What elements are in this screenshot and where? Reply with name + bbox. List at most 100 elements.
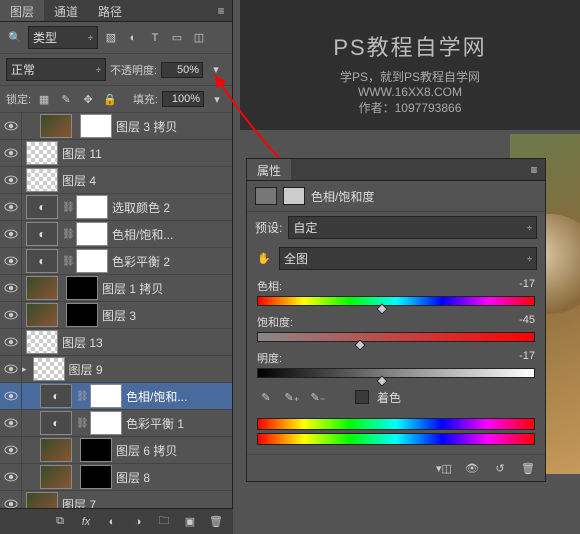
layer-mask-thumbnail[interactable]	[66, 276, 98, 300]
hand-icon[interactable]: ✋	[255, 250, 273, 268]
layer-thumbnail[interactable]	[40, 438, 72, 462]
lock-all-icon[interactable]: 🔒	[101, 90, 119, 108]
layer-name[interactable]: 图层 11	[62, 145, 226, 162]
layer-row[interactable]: 图层 4	[0, 167, 232, 194]
layer-thumbnail[interactable]: ◐	[26, 222, 58, 246]
saturation-slider[interactable]	[257, 332, 535, 342]
layer-thumbnail[interactable]	[26, 141, 58, 165]
blend-mode-select[interactable]: 正常÷	[6, 58, 106, 81]
visibility-eye-icon[interactable]	[0, 275, 22, 302]
layer-row[interactable]: ◐⛓色彩平衡 2	[0, 248, 232, 275]
layer-row[interactable]: ◐⛓色彩平衡 1	[0, 410, 232, 437]
layer-row[interactable]: 图层 3 拷贝	[0, 113, 232, 140]
layer-mask-thumbnail[interactable]	[90, 411, 122, 435]
layer-row[interactable]: 图层 8	[0, 464, 232, 491]
layer-mask-thumbnail[interactable]	[80, 114, 112, 138]
eyedropper-plus-icon[interactable]: ✎₊	[283, 388, 301, 406]
layer-mask-thumbnail[interactable]	[76, 195, 108, 219]
visibility-eye-icon[interactable]	[0, 464, 22, 491]
layer-row[interactable]: 图层 13	[0, 329, 232, 356]
filter-smart-icon[interactable]: ◫	[190, 29, 208, 47]
layer-name[interactable]: 图层 1 拷贝	[102, 280, 226, 297]
eyedropper-icon[interactable]: ✎	[257, 388, 275, 406]
link-layers-icon[interactable]: ⧉	[51, 513, 69, 531]
panel-menu-icon[interactable]: ≡	[210, 0, 232, 21]
reset-icon[interactable]: ↺	[491, 459, 509, 477]
tab-layers[interactable]: 图层	[0, 0, 44, 21]
layer-name[interactable]: 图层 3	[102, 307, 226, 324]
visibility-eye-icon[interactable]	[0, 167, 22, 194]
layer-thumbnail[interactable]	[33, 357, 65, 381]
lightness-slider[interactable]	[257, 368, 535, 378]
hue-value[interactable]: -17	[495, 278, 535, 294]
eyedropper-minus-icon[interactable]: ✎₋	[309, 388, 327, 406]
layer-row[interactable]: ◐⛓选取颜色 2	[0, 194, 232, 221]
fill-chevron-icon[interactable]: ▾	[208, 90, 226, 108]
visibility-eye-icon[interactable]	[0, 356, 22, 383]
visibility-eye-icon[interactable]	[0, 437, 22, 464]
adjustment-type-icon[interactable]	[255, 187, 277, 205]
tab-channels[interactable]: 通道	[44, 0, 88, 21]
filter-kind-select[interactable]: 类型÷	[28, 26, 98, 49]
view-previous-icon[interactable]: 👁	[463, 459, 481, 477]
layer-mask-thumbnail[interactable]	[76, 222, 108, 246]
filter-pixel-icon[interactable]: ▧	[102, 29, 120, 47]
layer-name[interactable]: 图层 9	[69, 361, 226, 378]
filter-adjust-icon[interactable]: ◐	[124, 29, 142, 47]
layer-name[interactable]: 色彩平衡 1	[126, 415, 226, 432]
preset-select[interactable]: 自定÷	[288, 216, 537, 239]
layer-mask-thumbnail[interactable]	[80, 465, 112, 489]
fx-icon[interactable]: fx	[77, 513, 95, 531]
visibility-eye-icon[interactable]	[0, 113, 22, 140]
visibility-eye-icon[interactable]	[0, 194, 22, 221]
layer-row[interactable]: ◐⛓色相/饱和...	[0, 383, 232, 410]
layer-name[interactable]: 色相/饱和...	[112, 226, 226, 243]
layer-row[interactable]: ▸ 图层 9	[0, 356, 232, 383]
visibility-eye-icon[interactable]	[0, 248, 22, 275]
props-tab[interactable]: 属性	[247, 159, 291, 180]
layer-name[interactable]: 图层 3 拷贝	[116, 118, 226, 135]
colorize-checkbox[interactable]	[355, 390, 369, 404]
mask-icon[interactable]: ◐	[103, 513, 121, 531]
visibility-eye-icon[interactable]	[0, 221, 22, 248]
visibility-eye-icon[interactable]	[0, 329, 22, 356]
layer-mask-thumbnail[interactable]	[66, 303, 98, 327]
layer-thumbnail[interactable]	[40, 465, 72, 489]
layer-name[interactable]: 图层 8	[116, 469, 226, 486]
opacity-chevron-icon[interactable]: ▾	[207, 61, 225, 79]
opacity-input[interactable]: 50%	[161, 62, 203, 78]
layer-thumbnail[interactable]	[26, 276, 58, 300]
layer-name[interactable]: 色相/饱和...	[126, 388, 226, 405]
layer-mask-thumbnail[interactable]	[76, 249, 108, 273]
lock-trans-icon[interactable]: ▦	[35, 90, 53, 108]
layer-row[interactable]: 图层 11	[0, 140, 232, 167]
layer-thumbnail[interactable]: ◐	[40, 411, 72, 435]
layer-list[interactable]: 图层 3 拷贝图层 11图层 4◐⛓选取颜色 2◐⛓色相/饱和...◐⛓色彩平衡…	[0, 113, 232, 533]
group-icon[interactable]: 🗀	[155, 513, 173, 531]
layer-name[interactable]: 选取颜色 2	[112, 199, 226, 216]
layer-thumbnail[interactable]: ◐	[26, 195, 58, 219]
props-menu-icon[interactable]: ≡	[523, 159, 545, 180]
mask-type-icon[interactable]	[283, 187, 305, 205]
visibility-eye-icon[interactable]	[0, 140, 22, 167]
layer-name[interactable]: 色彩平衡 2	[112, 253, 226, 270]
visibility-eye-icon[interactable]	[0, 302, 22, 329]
layer-thumbnail[interactable]: ◐	[26, 249, 58, 273]
fill-input[interactable]: 100%	[162, 91, 204, 107]
layer-mask-thumbnail[interactable]	[80, 438, 112, 462]
saturation-value[interactable]: -45	[495, 314, 535, 330]
layer-row[interactable]: 图层 3	[0, 302, 232, 329]
layer-mask-thumbnail[interactable]	[90, 384, 122, 408]
layer-thumbnail[interactable]	[26, 168, 58, 192]
visibility-eye-icon[interactable]	[0, 410, 22, 437]
adjustment-icon[interactable]: ◑	[129, 513, 147, 531]
lock-paint-icon[interactable]: ✎	[57, 90, 75, 108]
channel-select[interactable]: 全图÷	[279, 247, 537, 270]
expand-arrow-icon[interactable]: ▸	[22, 364, 27, 375]
filter-type-icon[interactable]: T	[146, 29, 164, 47]
layer-row[interactable]: 图层 6 拷贝	[0, 437, 232, 464]
layer-name[interactable]: 图层 6 拷贝	[116, 442, 226, 459]
layer-thumbnail[interactable]	[40, 114, 72, 138]
trash-icon[interactable]: 🗑	[207, 513, 225, 531]
layer-name[interactable]: 图层 13	[62, 334, 226, 351]
